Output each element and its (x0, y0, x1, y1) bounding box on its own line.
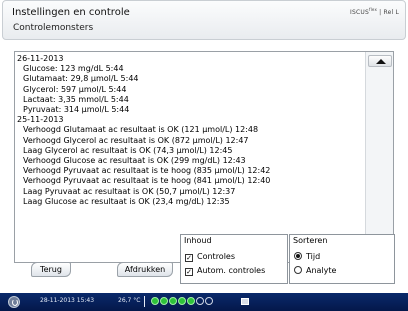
radio-icon (294, 266, 302, 274)
analyte-radio[interactable]: Analyte (294, 266, 336, 275)
log-entry: Laag Glucose ac resultaat is OK (23,4 mg… (23, 196, 230, 206)
print-button[interactable]: Afdrukken (117, 262, 173, 277)
checkbox-icon: ✓ (185, 268, 193, 276)
autom-controles-label: Autom. controles (197, 266, 266, 275)
back-button[interactable]: Terug (31, 262, 71, 277)
autom-controles-checkbox[interactable]: ✓ Autom. controles (185, 266, 265, 276)
log-entry: Pyruvaat: 314 µmol/L 5:44 (23, 105, 130, 115)
page-title: Instellingen en controle (12, 7, 130, 18)
log-entry: Glutamaat: 29,8 µmol/L 5:44 (23, 74, 139, 84)
status-indicators (151, 297, 214, 311)
status-small-icon (241, 298, 249, 305)
tijd-label: Tijd (306, 252, 321, 261)
radio-icon (294, 252, 302, 260)
log-lines: 26-11-2013 Glucose: 123 mg/dL 5:44 Glutama… (17, 54, 362, 260)
log-entry: Glucose: 123 mg/dL 5:44 (23, 64, 124, 74)
log-date-header: 26-11-2013 (17, 54, 64, 63)
sorteren-group: Sorteren Tijd Analyte (289, 234, 395, 284)
status-bar: 28-11-2013 15:43 26,7 °C (0, 293, 408, 311)
status-dot-icon (205, 297, 213, 305)
inhoud-title: Inhoud (184, 236, 212, 245)
title-bar: Instellingen en controle Controlemonster… (2, 0, 406, 40)
screen: Instellingen en controle Controlemonster… (0, 0, 408, 311)
power-icon[interactable] (8, 296, 20, 308)
section-title: Controlemonsters (13, 23, 94, 33)
log-entry: Verhoogd Glycerol ac resultaat is OK (87… (23, 135, 249, 145)
brand-sup: flex (368, 7, 378, 12)
status-dot-icon (169, 297, 177, 305)
log-entry: Verhoogd Pyruvaat ac resultaat is te hoo… (23, 176, 271, 186)
sorteren-title: Sorteren (293, 236, 328, 245)
status-datetime: 28-11-2013 15:43 (40, 297, 95, 304)
status-dot-icon (196, 297, 204, 305)
inhoud-group: Inhoud ✓ Controles ✓ Autom. controles (180, 234, 288, 284)
scroll-up-button[interactable] (368, 55, 392, 67)
status-dot-icon (151, 297, 159, 305)
scroll-up-icon (376, 59, 386, 64)
brand-main: ISCUS (350, 9, 369, 16)
log-entry: Verhoogd Pyruvaat ac resultaat is te hoo… (23, 166, 271, 176)
log-entry: Laag Glycerol ac resultaat is OK (74,3 µ… (23, 145, 233, 155)
controles-checkbox[interactable]: ✓ Controles (185, 252, 235, 262)
log-scrollbar[interactable] (365, 52, 393, 262)
log-entry: Verhoogd Glucose ac resultaat is OK (299… (23, 156, 246, 166)
analyte-label: Analyte (306, 266, 337, 275)
status-dot-icon (187, 297, 195, 305)
status-temperature: 26,7 °C (118, 297, 141, 304)
status-separator (144, 296, 145, 307)
log-entry: Lactaat: 3,35 mmol/L 5:44 (23, 94, 129, 104)
log-entry: Glycerol: 597 µmol/L 5:44 (23, 84, 127, 94)
status-dot-icon (178, 297, 186, 305)
checkbox-icon: ✓ (185, 254, 193, 262)
log-entry: Laag Pyruvaat ac resultaat is OK (50,7 µ… (23, 186, 236, 196)
log-entry: Verhoogd Glutamaat ac resultaat is OK (1… (23, 125, 259, 135)
tijd-radio[interactable]: Tijd (294, 252, 320, 261)
brand-rest: | Rel L (377, 9, 399, 16)
status-dot-icon (160, 297, 168, 305)
control-sample-log[interactable]: 26-11-2013 Glucose: 123 mg/dL 5:44 Glutama… (14, 51, 394, 263)
brand-logo: ISCUSflex | Rel L (350, 7, 399, 16)
log-date-header: 25-11-2013 (17, 115, 64, 125)
controles-label: Controles (197, 252, 236, 261)
